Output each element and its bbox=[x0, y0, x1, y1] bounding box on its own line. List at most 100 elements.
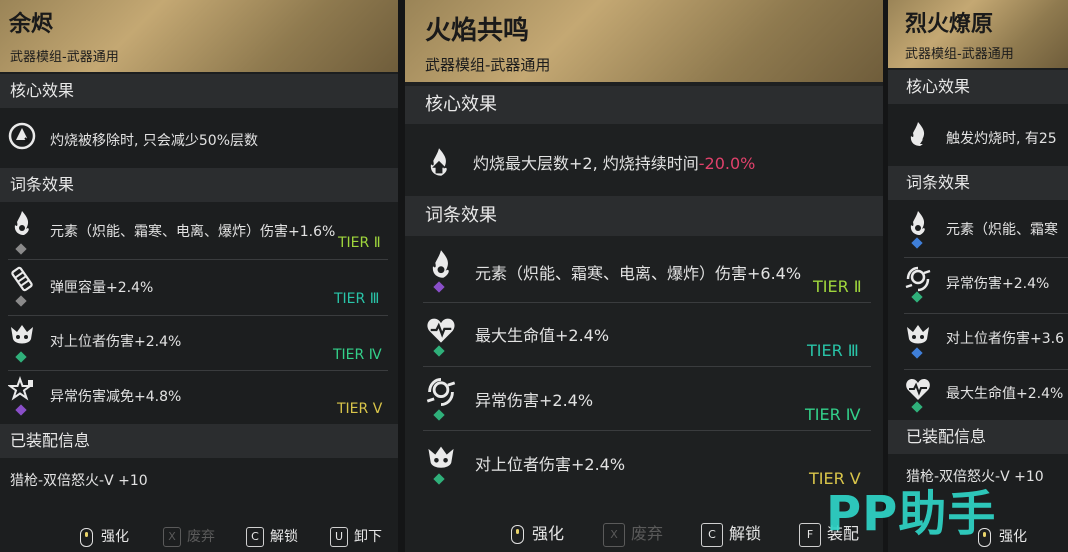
affix-row: 元素（炽能、霜寒 bbox=[888, 203, 1068, 258]
key-x: X bbox=[603, 522, 625, 547]
flame-burst-icon bbox=[904, 120, 932, 148]
affix-text: 弹匣容量+2.4% bbox=[50, 280, 154, 296]
divider bbox=[904, 313, 1068, 314]
affix-row: 异常伤害+2.4% bbox=[888, 259, 1068, 314]
affix-text: 元素（炽能、霜寒 bbox=[946, 222, 1058, 238]
grade-gem bbox=[433, 409, 445, 421]
affix-tier: TIER Ⅳ bbox=[805, 405, 861, 424]
divider bbox=[8, 315, 388, 316]
upgrade-action[interactable]: 强化 bbox=[80, 526, 129, 547]
watermark-logo: PP助手 bbox=[826, 486, 997, 542]
card-subtitle: 武器模组-武器通用 bbox=[905, 47, 1014, 62]
core-effect-negative: -20.0% bbox=[698, 154, 756, 173]
grade-gem bbox=[15, 351, 27, 363]
grade-gem bbox=[15, 295, 27, 307]
grade-gem bbox=[433, 281, 445, 293]
card-header: 余烬 武器模组-武器通用 bbox=[0, 0, 398, 72]
core-effect-row: 灼烧最大层数+2, 灼烧持续时间-20.0% bbox=[405, 128, 883, 194]
grade-gem bbox=[911, 291, 923, 303]
mod-card-prairie-fire[interactable]: 烈火燎原 武器模组-武器通用 核心效果 触发灼烧时, 有25 词条效果 元素（炽… bbox=[888, 0, 1068, 552]
grade-gem bbox=[433, 345, 445, 357]
unlock-action[interactable]: C 解锁 bbox=[701, 520, 761, 547]
action-label: 卸下 bbox=[354, 529, 382, 545]
equip-info-header: 已装配信息 bbox=[888, 420, 1068, 454]
action-label: 强化 bbox=[532, 524, 565, 543]
affix-text: 元素（炽能、霜寒、电离、爆炸）伤害+6.4% bbox=[475, 264, 802, 283]
mod-card-ember[interactable]: 余烬 武器模组-武器通用 核心效果 灼烧被移除时, 只会减少50%层数 词条效果… bbox=[0, 0, 398, 552]
affix-tier: TIER Ⅴ bbox=[337, 401, 383, 417]
grade-gem bbox=[15, 243, 27, 255]
core-effect-text: 灼烧被移除时, 只会减少50%层数 bbox=[50, 133, 259, 149]
affix-tier: TIER Ⅲ bbox=[807, 341, 859, 360]
card-subtitle: 武器模组-武器通用 bbox=[10, 50, 119, 65]
flame-element-icon bbox=[904, 209, 932, 237]
core-effect-header: 核心效果 bbox=[0, 74, 398, 108]
core-effect-header: 核心效果 bbox=[888, 70, 1068, 104]
affix-text: 最大生命值+2.4% bbox=[946, 386, 1064, 402]
grade-gem bbox=[911, 347, 923, 359]
flame-up-icon bbox=[423, 146, 455, 178]
affix-row: 异常伤害+2.4% TIER Ⅳ bbox=[405, 368, 883, 430]
affix-text: 对上位者伤害+2.4% bbox=[475, 455, 626, 474]
divider bbox=[8, 370, 388, 371]
discard-action[interactable]: X 废弃 bbox=[603, 520, 663, 547]
affix-row: 对上位者伤害+2.4% TIER Ⅳ bbox=[0, 317, 398, 372]
core-effect-row: 触发灼烧时, 有25 bbox=[888, 108, 1068, 164]
affix-text: 最大生命值+2.4% bbox=[475, 326, 610, 345]
equip-info-header: 已装配信息 bbox=[0, 424, 398, 458]
grade-gem bbox=[15, 404, 27, 416]
mouse-icon bbox=[80, 527, 93, 547]
heart-pulse-icon bbox=[425, 314, 457, 346]
action-label: 废弃 bbox=[631, 524, 664, 543]
action-label: 解锁 bbox=[270, 529, 298, 545]
unequip-action[interactable]: U 卸下 bbox=[330, 526, 382, 547]
card-title: 火焰共鸣 bbox=[425, 16, 530, 46]
demon-skull-icon bbox=[425, 442, 457, 474]
core-effect-text: 触发灼烧时, 有25 bbox=[946, 131, 1057, 147]
anomaly-icon bbox=[425, 376, 457, 408]
affix-effect-header: 词条效果 bbox=[888, 166, 1068, 200]
upgrade-action[interactable]: 强化 bbox=[511, 520, 564, 544]
action-label: 强化 bbox=[999, 529, 1027, 545]
affix-tier: TIER Ⅱ bbox=[338, 235, 381, 251]
divider bbox=[423, 302, 871, 303]
divider bbox=[423, 430, 871, 431]
divider bbox=[904, 257, 1068, 258]
affix-row: 异常伤害减免+4.8% TIER Ⅴ bbox=[0, 372, 398, 427]
card-header: 烈火燎原 武器模组-武器通用 bbox=[888, 0, 1068, 68]
divider bbox=[423, 366, 871, 367]
demon-skull-icon bbox=[904, 321, 932, 349]
unlock-action[interactable]: C 解锁 bbox=[246, 526, 298, 547]
affix-row: 弹匣容量+2.4% TIER Ⅲ bbox=[0, 261, 398, 316]
star-shield-icon bbox=[7, 376, 36, 404]
affix-row: 最大生命值+2.4% TIER Ⅲ bbox=[405, 304, 883, 366]
affix-effect-header: 词条效果 bbox=[0, 168, 398, 202]
affix-text: 异常伤害减免+4.8% bbox=[50, 389, 182, 405]
heart-pulse-icon bbox=[904, 375, 932, 403]
anomaly-icon bbox=[904, 265, 932, 293]
flame-element-icon bbox=[8, 209, 36, 237]
flame-element-icon bbox=[425, 248, 457, 280]
equip-info-text: 猎枪-双倍怒火-Ⅴ +10 bbox=[10, 473, 148, 489]
discard-action[interactable]: X 废弃 bbox=[163, 526, 215, 547]
grade-gem bbox=[911, 401, 923, 413]
divider bbox=[904, 369, 1068, 370]
card-subtitle: 武器模组-武器通用 bbox=[425, 56, 551, 74]
affix-row: 元素（炽能、霜寒、电离、爆炸）伤害+1.6% TIER Ⅱ bbox=[0, 205, 398, 260]
affix-row: 元素（炽能、霜寒、电离、爆炸）伤害+6.4% TIER Ⅱ bbox=[405, 240, 883, 302]
card-title: 烈火燎原 bbox=[905, 12, 994, 37]
key-c: C bbox=[701, 522, 723, 547]
action-label: 废弃 bbox=[187, 529, 215, 545]
demon-skull-icon bbox=[8, 321, 36, 349]
affix-text: 对上位者伤害+3.6 bbox=[946, 331, 1064, 347]
grade-gem bbox=[911, 237, 923, 249]
magazine-icon bbox=[8, 265, 36, 293]
affix-text: 异常伤害+2.4% bbox=[946, 276, 1050, 292]
affix-row: 对上位者伤害+2.4% TIER Ⅴ bbox=[405, 432, 883, 494]
action-label: 解锁 bbox=[729, 524, 762, 543]
affix-row: 对上位者伤害+3.6 bbox=[888, 315, 1068, 370]
card-title: 余烬 bbox=[9, 12, 54, 37]
affix-tier: TIER Ⅳ bbox=[333, 347, 382, 363]
key-x: X bbox=[163, 527, 181, 547]
mod-card-flame-resonance[interactable]: 火焰共鸣 武器模组-武器通用 核心效果 灼烧最大层数+2, 灼烧持续时间-20.… bbox=[405, 0, 883, 552]
